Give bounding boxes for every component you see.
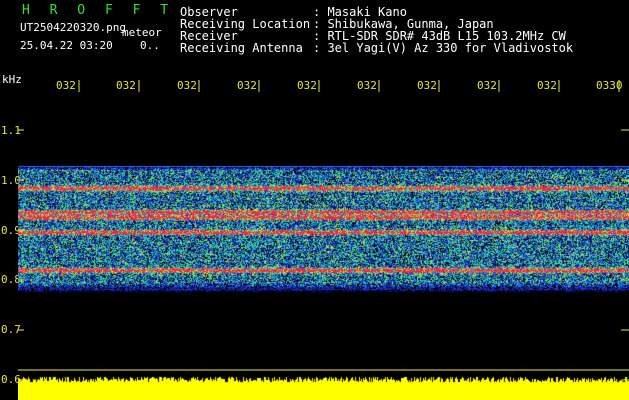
image-filename: UT2504220320.png bbox=[20, 21, 126, 34]
axis-tick-marks bbox=[18, 80, 629, 381]
meteor-label: meteor bbox=[122, 26, 162, 39]
info-label-antenna: Receiving Antenna bbox=[180, 41, 303, 55]
info-value-antenna: : 3el Yagi(V) Az 330 for Vladivostok bbox=[313, 41, 574, 55]
app-title: H R O F F T bbox=[22, 3, 175, 18]
hrofft-spectrogram-window: H R O F F T UT2504220320.png meteor 25.0… bbox=[0, 0, 629, 400]
meteor-count: 0.. bbox=[140, 39, 160, 52]
observation-datetime: 25.04.22 03:20 bbox=[20, 39, 113, 52]
